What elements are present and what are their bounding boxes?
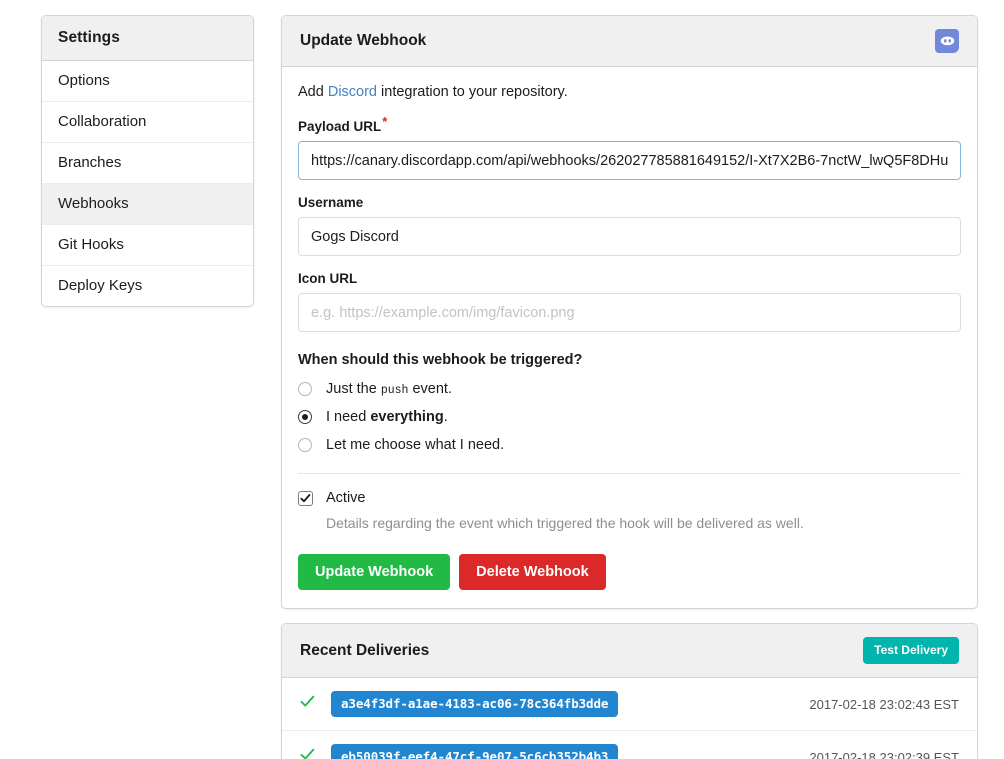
success-check-icon [300,748,317,759]
sidebar-item-webhooks[interactable]: Webhooks [42,184,253,225]
radio-push-suffix: event. [408,381,452,397]
update-webhook-body: Add Discord integration to your reposito… [282,67,977,608]
table-row: eb50039f-eef4-47cf-9e07-5c6cb352b4b3 201… [282,731,977,759]
radio-option-choose[interactable]: Let me choose what I need. [298,437,961,453]
delivery-timestamp: 2017-02-18 23:02:43 EST [809,697,959,712]
active-checkbox-label: Active [326,490,366,506]
icon-url-label: Icon URL [298,271,961,286]
success-check-icon [300,695,317,713]
icon-url-input[interactable] [298,293,961,332]
sidebar-item-branches[interactable]: Branches [42,143,253,184]
delivery-uuid-badge[interactable]: a3e4f3df-a1ae-4183-ac06-78c364fb3dde [331,691,618,717]
username-field: Username [298,195,961,256]
update-webhook-header: Update Webhook [282,16,977,67]
radio-icon [298,438,312,452]
sidebar-item-collaboration[interactable]: Collaboration [42,102,253,143]
deliveries-title: Recent Deliveries [300,642,429,660]
integration-intro: Add Discord integration to your reposito… [298,83,961,101]
update-webhook-button[interactable]: Update Webhook [298,554,450,590]
radio-icon [298,410,312,424]
intro-prefix: Add [298,84,328,100]
recent-deliveries-panel: Recent Deliveries Test Delivery a3e4f3df… [281,623,978,759]
radio-option-choose-label: Let me choose what I need. [326,437,504,453]
radio-everything-suffix: . [444,409,448,425]
radio-option-push-label: Just the push event. [326,381,452,397]
username-label: Username [298,195,961,210]
test-delivery-button[interactable]: Test Delivery [863,637,959,664]
trigger-question: When should this webhook be triggered? [298,352,961,368]
discord-link[interactable]: Discord [328,84,377,100]
radio-push-prefix: Just the [326,381,381,397]
panel-title: Update Webhook [300,32,426,50]
radio-option-push[interactable]: Just the push event. [298,381,961,397]
webhook-action-buttons: Update Webhook Delete Webhook [298,554,961,590]
username-input[interactable] [298,217,961,256]
required-marker: * [382,114,387,129]
intro-suffix: integration to your repository. [377,84,568,100]
delivery-uuid-badge[interactable]: eb50039f-eef4-47cf-9e07-5c6cb352b4b3 [331,744,618,759]
delete-webhook-button[interactable]: Delete Webhook [459,554,606,590]
active-checkbox[interactable]: Active [298,490,961,506]
radio-everything-strong: everything [370,409,443,425]
radio-option-everything-label: I need everything. [326,409,448,425]
discord-icon [935,29,959,53]
settings-page: Settings Options Collaboration Branches … [0,0,1004,759]
icon-url-field: Icon URL [298,271,961,332]
payload-url-label-text: Payload URL [298,119,381,134]
radio-push-code: push [381,384,409,397]
table-row: a3e4f3df-a1ae-4183-ac06-78c364fb3dde 201… [282,678,977,731]
delivery-timestamp: 2017-02-18 23:02:39 EST [809,750,959,759]
sidebar-item-deploy-keys[interactable]: Deploy Keys [42,266,253,306]
radio-everything-prefix: I need [326,409,370,425]
section-divider [298,473,961,474]
settings-sidebar: Settings Options Collaboration Branches … [41,15,254,307]
radio-icon [298,382,312,396]
active-checkbox-help: Details regarding the event which trigge… [326,514,961,532]
update-webhook-panel: Update Webhook Add Discord integration t… [281,15,978,609]
sidebar-header: Settings [42,16,253,61]
sidebar-item-git-hooks[interactable]: Git Hooks [42,225,253,266]
sidebar-item-options[interactable]: Options [42,61,253,102]
payload-url-input[interactable] [298,141,961,180]
payload-url-field: Payload URL* [298,119,961,180]
payload-url-label: Payload URL* [298,119,961,134]
checkbox-icon [298,491,313,506]
radio-option-everything[interactable]: I need everything. [298,409,961,425]
recent-deliveries-header: Recent Deliveries Test Delivery [282,624,977,678]
